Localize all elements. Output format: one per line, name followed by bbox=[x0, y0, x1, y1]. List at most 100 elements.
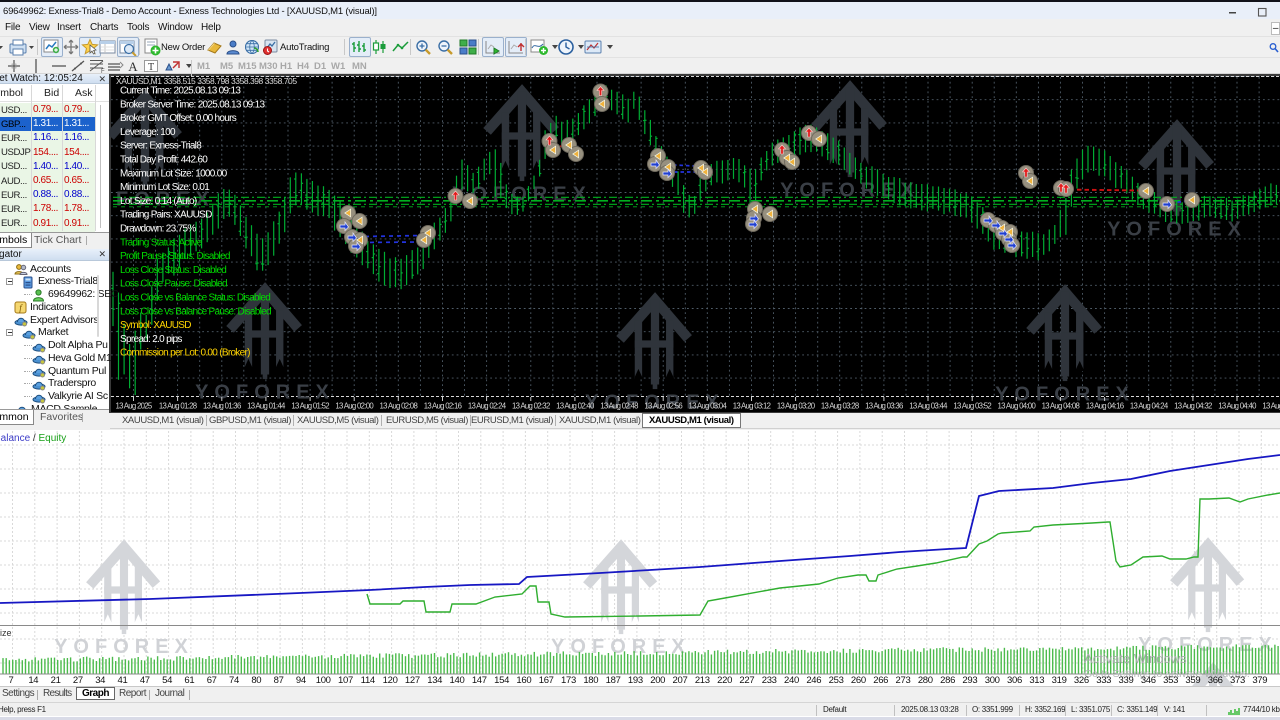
svg-text:13 Aug 03:04: 13 Aug 03:04 bbox=[689, 402, 728, 411]
svg-text:Loss Close Status: Disabled: Loss Close Status: Disabled bbox=[120, 265, 226, 276]
svg-text:13 Aug 02:24: 13 Aug 02:24 bbox=[468, 402, 507, 411]
svg-text:207: 207 bbox=[673, 675, 688, 686]
svg-text:Broker Server Time: 2025.08.13: Broker Server Time: 2025.08.13 09:13 bbox=[120, 99, 265, 110]
svg-text:319: 319 bbox=[1052, 675, 1067, 686]
svg-text:YOFOREX: YOFOREX bbox=[195, 381, 335, 403]
svg-text:13 Aug 04:08: 13 Aug 04:08 bbox=[1042, 402, 1080, 411]
svg-text:27: 27 bbox=[73, 675, 83, 686]
svg-text:13 Aug 01:28: 13 Aug 01:28 bbox=[159, 402, 197, 411]
svg-text:266: 266 bbox=[873, 675, 888, 686]
svg-text:293: 293 bbox=[962, 675, 977, 686]
svg-text:13 Aug 02:48: 13 Aug 02:48 bbox=[600, 402, 638, 411]
svg-text:373: 373 bbox=[1230, 675, 1245, 686]
svg-text:94: 94 bbox=[296, 675, 306, 686]
svg-text:13 Aug 01:44: 13 Aug 01:44 bbox=[247, 402, 286, 411]
svg-text:326: 326 bbox=[1074, 675, 1089, 686]
svg-text:Total Day Profit: 442.60: Total Day Profit: 442.60 bbox=[120, 155, 208, 166]
svg-text:160: 160 bbox=[516, 675, 531, 686]
svg-text:A: A bbox=[128, 59, 138, 74]
svg-text:Broker GMT Offset: 0.00 hours: Broker GMT Offset: 0.00 hours bbox=[120, 113, 237, 124]
svg-text:54: 54 bbox=[162, 675, 172, 686]
svg-text:227: 227 bbox=[739, 675, 754, 686]
svg-text:366: 366 bbox=[1208, 675, 1223, 686]
svg-text:200: 200 bbox=[650, 675, 665, 686]
svg-text:253: 253 bbox=[829, 675, 844, 686]
svg-text:Trading Pairs: XAUUSD: Trading Pairs: XAUUSD bbox=[120, 210, 212, 221]
svg-text:134: 134 bbox=[427, 675, 442, 686]
svg-text:13 Aug 03:12: 13 Aug 03:12 bbox=[733, 402, 771, 411]
svg-text:353: 353 bbox=[1163, 675, 1178, 686]
svg-text:Current Time: 2025.08.13 09:13: Current Time: 2025.08.13 09:13 bbox=[120, 86, 241, 97]
svg-text:87: 87 bbox=[274, 675, 284, 686]
svg-text:Lot Size: 0.14 (Auto): Lot Size: 0.14 (Auto) bbox=[120, 196, 197, 207]
svg-text:13 Aug 02:16: 13 Aug 02:16 bbox=[424, 402, 462, 411]
svg-text:41: 41 bbox=[118, 675, 128, 686]
svg-text:120: 120 bbox=[383, 675, 398, 686]
svg-text:Maximum Lot Size: 1000.00: Maximum Lot Size: 1000.00 bbox=[120, 168, 228, 179]
svg-text:74: 74 bbox=[229, 675, 239, 686]
svg-text:13 Aug 02:40: 13 Aug 02:40 bbox=[556, 402, 595, 411]
svg-text:Loss Close Pause: Disabled: Loss Close Pause: Disabled bbox=[120, 279, 227, 290]
svg-text:333: 333 bbox=[1096, 675, 1111, 686]
svg-text:61: 61 bbox=[184, 675, 194, 686]
svg-text:13 Aug 01:36: 13 Aug 01:36 bbox=[203, 402, 241, 411]
svg-text:Symbol: XAUUSD: Symbol: XAUUSD bbox=[120, 320, 191, 331]
svg-text:Profit Pause Status: Disabled: Profit Pause Status: Disabled bbox=[120, 251, 230, 262]
svg-text:13 Aug 02:00: 13 Aug 02:00 bbox=[335, 402, 374, 411]
svg-text:114: 114 bbox=[361, 675, 375, 686]
svg-text:13 Aug 02:32: 13 Aug 02:32 bbox=[512, 402, 550, 411]
svg-text:Commission per Lot: 0.00 (Brok: Commission per Lot: 0.00 (Broker) bbox=[120, 348, 250, 359]
svg-text:YOFOREX: YOFOREX bbox=[780, 179, 920, 201]
svg-text:193: 193 bbox=[628, 675, 643, 686]
svg-text:13 Aug 02:56: 13 Aug 02:56 bbox=[644, 402, 682, 411]
svg-text:34: 34 bbox=[95, 675, 105, 686]
svg-text:Drawdown: 23.75%: Drawdown: 23.75% bbox=[120, 224, 196, 235]
svg-text:280: 280 bbox=[918, 675, 933, 686]
svg-text:13 Aug 03:28: 13 Aug 03:28 bbox=[821, 402, 859, 411]
svg-text:13 Aug 02:08: 13 Aug 02:08 bbox=[380, 402, 418, 411]
svg-text:13 Aug 04:40: 13 Aug 04:40 bbox=[1218, 402, 1257, 411]
svg-text:13 Aug 01:52: 13 Aug 01:52 bbox=[291, 402, 329, 411]
svg-text:13 Aug 04:00: 13 Aug 04:00 bbox=[998, 402, 1037, 411]
svg-text:220: 220 bbox=[717, 675, 732, 686]
svg-text:13 Aug 03:44: 13 Aug 03:44 bbox=[909, 402, 948, 411]
svg-text:233: 233 bbox=[762, 675, 777, 686]
svg-text:13 Aug 04:16: 13 Aug 04:16 bbox=[1086, 402, 1124, 411]
svg-text:13 Aug 03:36: 13 Aug 03:36 bbox=[865, 402, 903, 411]
svg-text:260: 260 bbox=[851, 675, 866, 686]
svg-text:Balance / Equity: Balance / Equity bbox=[0, 433, 66, 444]
svg-text:246: 246 bbox=[806, 675, 821, 686]
svg-text:167: 167 bbox=[539, 675, 554, 686]
svg-text:67: 67 bbox=[207, 675, 217, 686]
svg-text:YOFOREX: YOFOREX bbox=[54, 636, 194, 658]
svg-text:13 Aug 04:24: 13 Aug 04:24 bbox=[1130, 402, 1169, 411]
svg-text:Loss Close vs Balance Pause: D: Loss Close vs Balance Pause: Disabled bbox=[120, 306, 271, 317]
svg-text:100: 100 bbox=[316, 675, 331, 686]
svg-text:286: 286 bbox=[940, 675, 955, 686]
svg-text:180: 180 bbox=[583, 675, 598, 686]
svg-text:140: 140 bbox=[450, 675, 465, 686]
svg-text:13 Aug 03:52: 13 Aug 03:52 bbox=[953, 402, 991, 411]
svg-text:Activate Windows: Activate Windows bbox=[1084, 651, 1187, 666]
svg-text:Size: Size bbox=[0, 628, 12, 638]
svg-text:13 Aug 04:48: 13 Aug 04:48 bbox=[1262, 402, 1280, 411]
svg-text:147: 147 bbox=[472, 675, 487, 686]
svg-text:300: 300 bbox=[985, 675, 1000, 686]
svg-text:47: 47 bbox=[140, 675, 150, 686]
svg-text:339: 339 bbox=[1119, 675, 1134, 686]
svg-text:XAUUSD,M1 3358.515 3358.798 3: XAUUSD,M1 3358.515 3358.798 3358.398 335… bbox=[116, 76, 297, 86]
svg-text:379: 379 bbox=[1252, 675, 1267, 686]
svg-text:21: 21 bbox=[51, 675, 61, 686]
svg-text:306: 306 bbox=[1007, 675, 1022, 686]
svg-text:7: 7 bbox=[9, 675, 14, 686]
svg-text:13 Aug 2025: 13 Aug 2025 bbox=[115, 402, 152, 411]
svg-text:13 Aug 04:32: 13 Aug 04:32 bbox=[1174, 402, 1212, 411]
svg-text:T: T bbox=[148, 62, 154, 73]
svg-text:14: 14 bbox=[28, 675, 38, 686]
svg-text:240: 240 bbox=[784, 675, 799, 686]
svg-text:313: 313 bbox=[1029, 675, 1044, 686]
svg-text:273: 273 bbox=[896, 675, 911, 686]
svg-text:107: 107 bbox=[338, 675, 353, 686]
svg-text:Loss Close vs Balance Status:: Loss Close vs Balance Status: Disabled bbox=[120, 293, 270, 304]
svg-text:359: 359 bbox=[1185, 675, 1200, 686]
